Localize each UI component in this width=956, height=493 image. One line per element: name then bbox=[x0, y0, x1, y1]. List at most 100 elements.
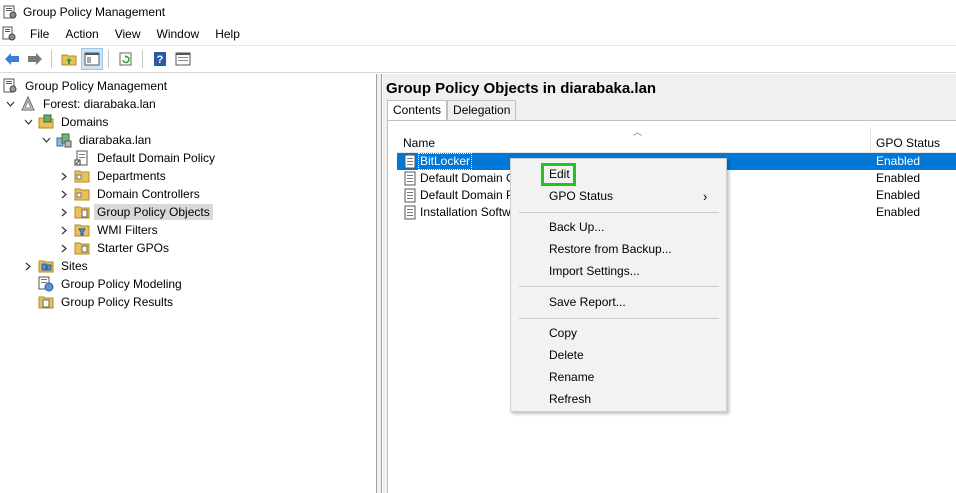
tab-delegation[interactable]: Delegation bbox=[447, 100, 517, 120]
chevron-down-icon[interactable] bbox=[4, 95, 16, 113]
results-icon bbox=[38, 294, 54, 310]
menu-item-gpo-status[interactable]: GPO Status bbox=[549, 186, 613, 206]
menu-item-delete[interactable]: Delete bbox=[549, 345, 584, 365]
tree-item-departments[interactable]: Departments bbox=[58, 167, 169, 185]
menu-file[interactable]: File bbox=[22, 24, 57, 44]
menu-separator bbox=[519, 286, 719, 287]
column-header-gpo-status[interactable]: GPO Status bbox=[876, 136, 940, 150]
toolbar-separator bbox=[51, 50, 52, 68]
tree-item-gpm-root[interactable]: Group Policy Management bbox=[2, 77, 170, 95]
refresh-button[interactable] bbox=[115, 48, 137, 70]
tree-item-label: WMI Filters bbox=[97, 223, 158, 237]
menu-window[interactable]: Window bbox=[149, 24, 208, 44]
chevron-right-icon[interactable] bbox=[22, 257, 34, 275]
tree-item-default-domain-policy[interactable]: Default Domain Policy bbox=[74, 149, 218, 167]
chevron-right-icon[interactable] bbox=[58, 239, 70, 257]
gpo-folder-icon bbox=[74, 204, 90, 220]
sites-icon bbox=[38, 258, 54, 274]
chevron-right-icon[interactable] bbox=[58, 185, 70, 203]
tree-item-sites[interactable]: Sites bbox=[22, 257, 91, 275]
gpo-status: Enabled bbox=[876, 154, 921, 168]
menu-item-copy[interactable]: Copy bbox=[549, 323, 577, 343]
help-button[interactable]: ? bbox=[149, 48, 171, 70]
tree-item-gp-modeling[interactable]: Group Policy Modeling bbox=[38, 275, 185, 293]
forward-button[interactable] bbox=[24, 48, 46, 70]
tree-item-domain-controllers[interactable]: Domain Controllers bbox=[58, 185, 203, 203]
gpo-status: Enabled bbox=[876, 205, 921, 219]
tree-item-label: Domain Controllers bbox=[97, 187, 200, 201]
gpo-icon bbox=[404, 171, 416, 186]
chevron-down-icon[interactable] bbox=[40, 131, 52, 149]
gpm-app-icon bbox=[3, 5, 17, 18]
menu-item-restore-from-backup[interactable]: Restore from Backup... bbox=[549, 239, 672, 259]
pane-splitter[interactable] bbox=[377, 74, 382, 493]
menu-item-rename[interactable]: Rename bbox=[549, 367, 594, 387]
menu-item-edit[interactable]: Edit bbox=[549, 164, 570, 184]
tree-item-label: Sites bbox=[61, 259, 88, 273]
tab-strip: Contents Delegation bbox=[387, 100, 517, 121]
show-hide-tree-button[interactable] bbox=[81, 48, 103, 70]
tree-item-label: Starter GPOs bbox=[97, 241, 170, 255]
chevron-right-icon[interactable] bbox=[58, 203, 70, 221]
up-folder-button[interactable] bbox=[58, 48, 80, 70]
menu-view[interactable]: View bbox=[107, 24, 149, 44]
domains-folder-icon bbox=[38, 114, 54, 130]
domain-icon bbox=[56, 132, 72, 148]
tree-item-wmi-filters[interactable]: WMI Filters bbox=[58, 221, 161, 239]
menu-separator bbox=[519, 212, 719, 213]
gpo-icon bbox=[404, 188, 416, 203]
tab-contents[interactable]: Contents bbox=[387, 100, 448, 121]
system-menu-icon[interactable] bbox=[2, 26, 16, 42]
menu-item-back-up[interactable]: Back Up... bbox=[549, 217, 604, 237]
menu-action[interactable]: Action bbox=[57, 24, 106, 44]
tree-item-label: Group Policy Results bbox=[61, 295, 174, 309]
sort-ascending-icon: ︿ bbox=[633, 127, 643, 137]
up-folder-icon bbox=[61, 54, 77, 66]
tree-item-forest[interactable]: Forest: diarabaka.lan bbox=[4, 95, 159, 113]
back-button[interactable] bbox=[1, 48, 23, 70]
show-hide-tree-icon bbox=[84, 52, 100, 66]
tree-item-domains[interactable]: Domains bbox=[22, 113, 111, 131]
ou-folder-icon bbox=[74, 186, 90, 202]
toolbar-separator bbox=[142, 50, 143, 68]
tree-item-gp-results[interactable]: Group Policy Results bbox=[38, 293, 176, 311]
properties-button[interactable] bbox=[172, 48, 194, 70]
help-icon: ? bbox=[154, 52, 166, 66]
tree-item-label: Default Domain Policy bbox=[97, 151, 216, 165]
tree-item-label: Domains bbox=[61, 115, 109, 129]
tree-item-starter-gpos[interactable]: Starter GPOs bbox=[58, 239, 172, 257]
gpo-name: BitLocker bbox=[417, 153, 473, 170]
chevron-down-icon[interactable] bbox=[22, 113, 34, 131]
menu-separator bbox=[519, 318, 719, 319]
tree-item-label: Group Policy Objects bbox=[94, 204, 213, 220]
chevron-right-icon[interactable] bbox=[58, 167, 70, 185]
gpo-status: Enabled bbox=[876, 171, 921, 185]
tree-item-domain-diarabaka[interactable]: diarabaka.lan bbox=[40, 131, 154, 149]
gpo-status: Enabled bbox=[876, 188, 921, 202]
tree-item-label: Group Policy Management bbox=[25, 79, 168, 93]
menu-item-save-report[interactable]: Save Report... bbox=[549, 292, 626, 312]
forward-icon bbox=[28, 53, 42, 65]
toolbar-separator bbox=[108, 50, 109, 68]
window-title: Group Policy Management bbox=[23, 4, 166, 19]
toolbar: ? bbox=[0, 45, 956, 73]
gpm-console-icon bbox=[2, 78, 18, 94]
tree-item-label: Departments bbox=[97, 169, 166, 183]
column-divider[interactable] bbox=[870, 127, 871, 153]
ou-folder-icon bbox=[74, 168, 90, 184]
submenu-arrow-icon: › bbox=[703, 189, 708, 204]
chevron-right-icon[interactable] bbox=[58, 221, 70, 239]
menu-item-refresh[interactable]: Refresh bbox=[549, 389, 591, 409]
menu-bar: File Action View Window Help bbox=[0, 23, 956, 45]
menu-item-import-settings[interactable]: Import Settings... bbox=[549, 261, 640, 281]
tree-item-label: Forest: diarabaka.lan bbox=[43, 97, 156, 111]
title-bar: Group Policy Management bbox=[0, 0, 956, 23]
tree-item-group-policy-objects[interactable]: Group Policy Objects bbox=[58, 203, 213, 221]
tree-item-label: diarabaka.lan bbox=[79, 133, 152, 147]
gpo-name: Default Domain Pol bbox=[420, 188, 524, 202]
column-header-name[interactable]: Name bbox=[403, 136, 435, 150]
list-header: ︿ Name GPO Status bbox=[397, 127, 956, 153]
back-icon bbox=[5, 53, 19, 65]
tree-item-label: Group Policy Modeling bbox=[61, 277, 182, 291]
menu-help[interactable]: Help bbox=[207, 24, 248, 44]
